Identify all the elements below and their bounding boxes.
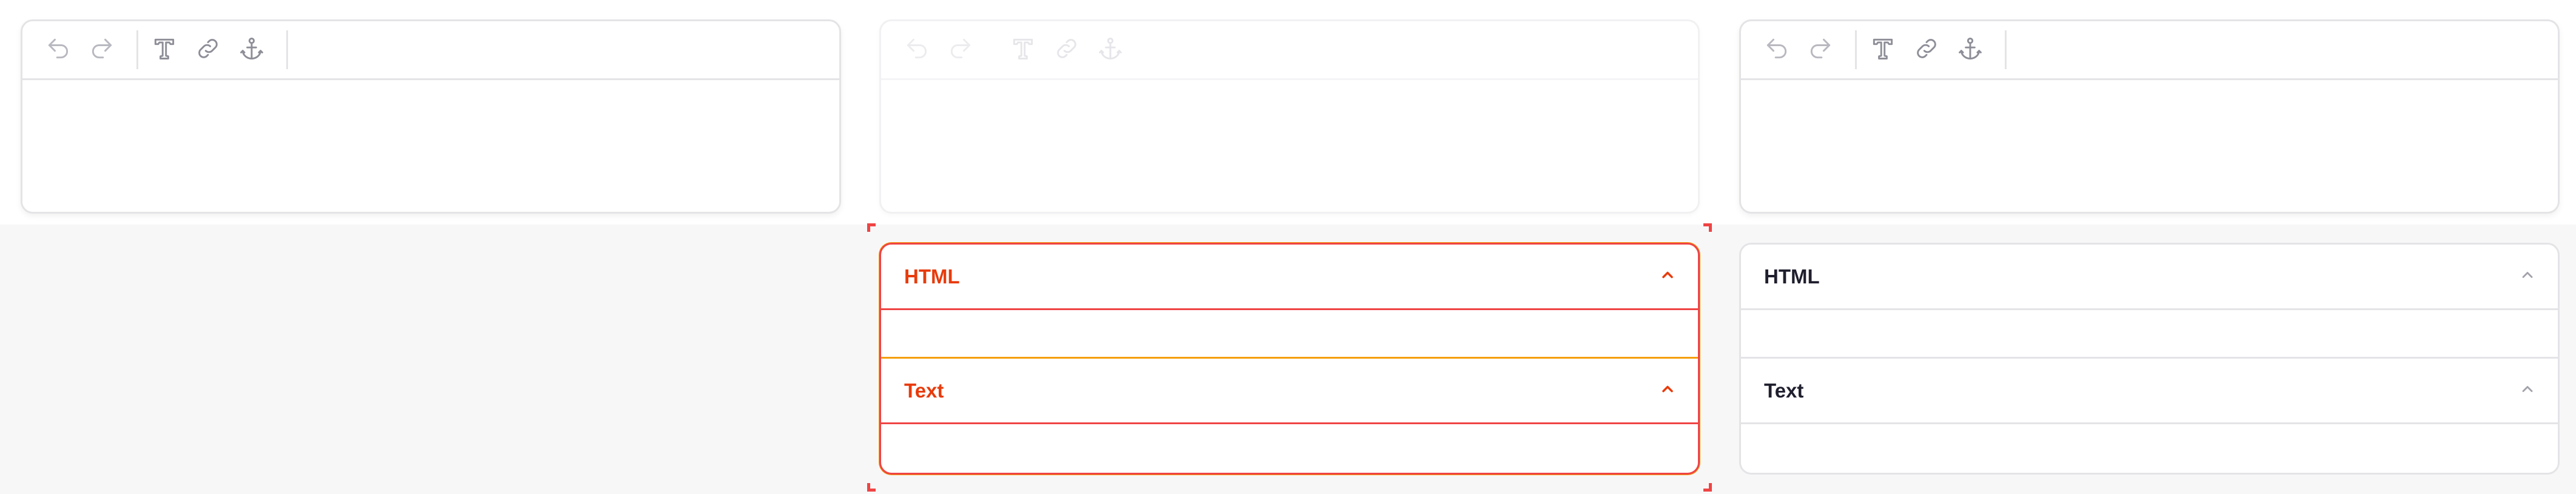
undo-icon (45, 35, 72, 65)
accordion-title: Text (904, 379, 944, 402)
accordion-title: Text (1764, 379, 1804, 402)
canvas: HTML Text HTML Text (0, 0, 2576, 494)
column-hover: HTML Text (1736, 0, 2563, 494)
format-group (1005, 30, 1136, 69)
text-format-button[interactable] (147, 32, 182, 67)
chevron-up-icon[interactable] (2519, 266, 2536, 286)
accordion-header-html[interactable]: HTML (1741, 245, 2558, 310)
editor-toolbar (22, 21, 839, 80)
rich-text-editor-disabled (879, 19, 1700, 214)
undo-icon (1763, 35, 1790, 65)
accordion-title: HTML (904, 265, 960, 288)
editor-content-area[interactable] (22, 80, 839, 212)
chevron-up-icon[interactable] (1659, 266, 1676, 286)
accordion-header-html[interactable]: HTML (881, 245, 1698, 310)
toolbar-divider (136, 30, 138, 69)
rich-text-editor[interactable] (21, 19, 841, 214)
toolbar-divider (1855, 30, 1857, 69)
text-format-icon (1870, 35, 1896, 65)
chevron-up-icon[interactable] (2519, 381, 2536, 401)
history-group (899, 30, 987, 69)
rich-text-editor[interactable] (1739, 19, 2560, 214)
anchor-icon (238, 35, 265, 65)
accordion-panel-text[interactable] (1741, 424, 2558, 473)
accordion-title: HTML (1764, 265, 1820, 288)
anchor-button[interactable] (1953, 32, 1988, 67)
toolbar-divider (286, 30, 288, 69)
selection-corner (1703, 223, 1712, 232)
link-button (1049, 32, 1084, 67)
toolbar-divider (2005, 30, 2007, 69)
link-button[interactable] (1909, 32, 1944, 67)
chevron-up-icon[interactable] (1659, 381, 1676, 401)
accordion-selected[interactable]: HTML Text (879, 243, 1700, 475)
accordion-header-text[interactable]: Text (881, 359, 1698, 424)
selection-corner (867, 223, 876, 232)
redo-button[interactable] (1803, 32, 1838, 67)
toolbar-divider (995, 30, 997, 69)
redo-icon (947, 35, 974, 65)
redo-button (943, 32, 978, 67)
link-icon (1913, 35, 1940, 65)
accordion[interactable]: HTML Text (1739, 243, 2560, 475)
column-active: HTML Text (867, 0, 1712, 494)
text-format-button[interactable] (1865, 32, 1900, 67)
undo-button (899, 32, 934, 67)
anchor-button (1093, 32, 1128, 67)
text-format-icon (1010, 35, 1036, 65)
link-button[interactable] (190, 32, 226, 67)
selection-corner (867, 483, 876, 492)
format-group (147, 30, 278, 69)
column-default (17, 0, 845, 494)
accordion-panel-text[interactable] (881, 424, 1698, 473)
accordion-panel-html[interactable] (1741, 310, 2558, 359)
editor-content-area (881, 80, 1698, 212)
undo-icon (904, 35, 930, 65)
editor-toolbar (881, 21, 1698, 80)
redo-icon (89, 35, 115, 65)
editor-content-area[interactable] (1741, 80, 2558, 212)
anchor-button[interactable] (234, 32, 269, 67)
undo-button[interactable] (41, 32, 76, 67)
text-format-button (1005, 32, 1041, 67)
selection-corner (1703, 483, 1712, 492)
accordion-panel-html[interactable] (881, 310, 1698, 359)
link-icon (195, 35, 221, 65)
link-icon (1053, 35, 1080, 65)
history-group (1759, 30, 1846, 69)
redo-icon (1807, 35, 1834, 65)
anchor-icon (1957, 35, 1984, 65)
text-format-icon (151, 35, 178, 65)
history-group (41, 30, 128, 69)
anchor-icon (1097, 35, 1124, 65)
accordion-header-text[interactable]: Text (1741, 359, 2558, 424)
redo-button[interactable] (84, 32, 119, 67)
editor-toolbar (1741, 21, 2558, 80)
undo-button[interactable] (1759, 32, 1794, 67)
format-group (1865, 30, 1996, 69)
